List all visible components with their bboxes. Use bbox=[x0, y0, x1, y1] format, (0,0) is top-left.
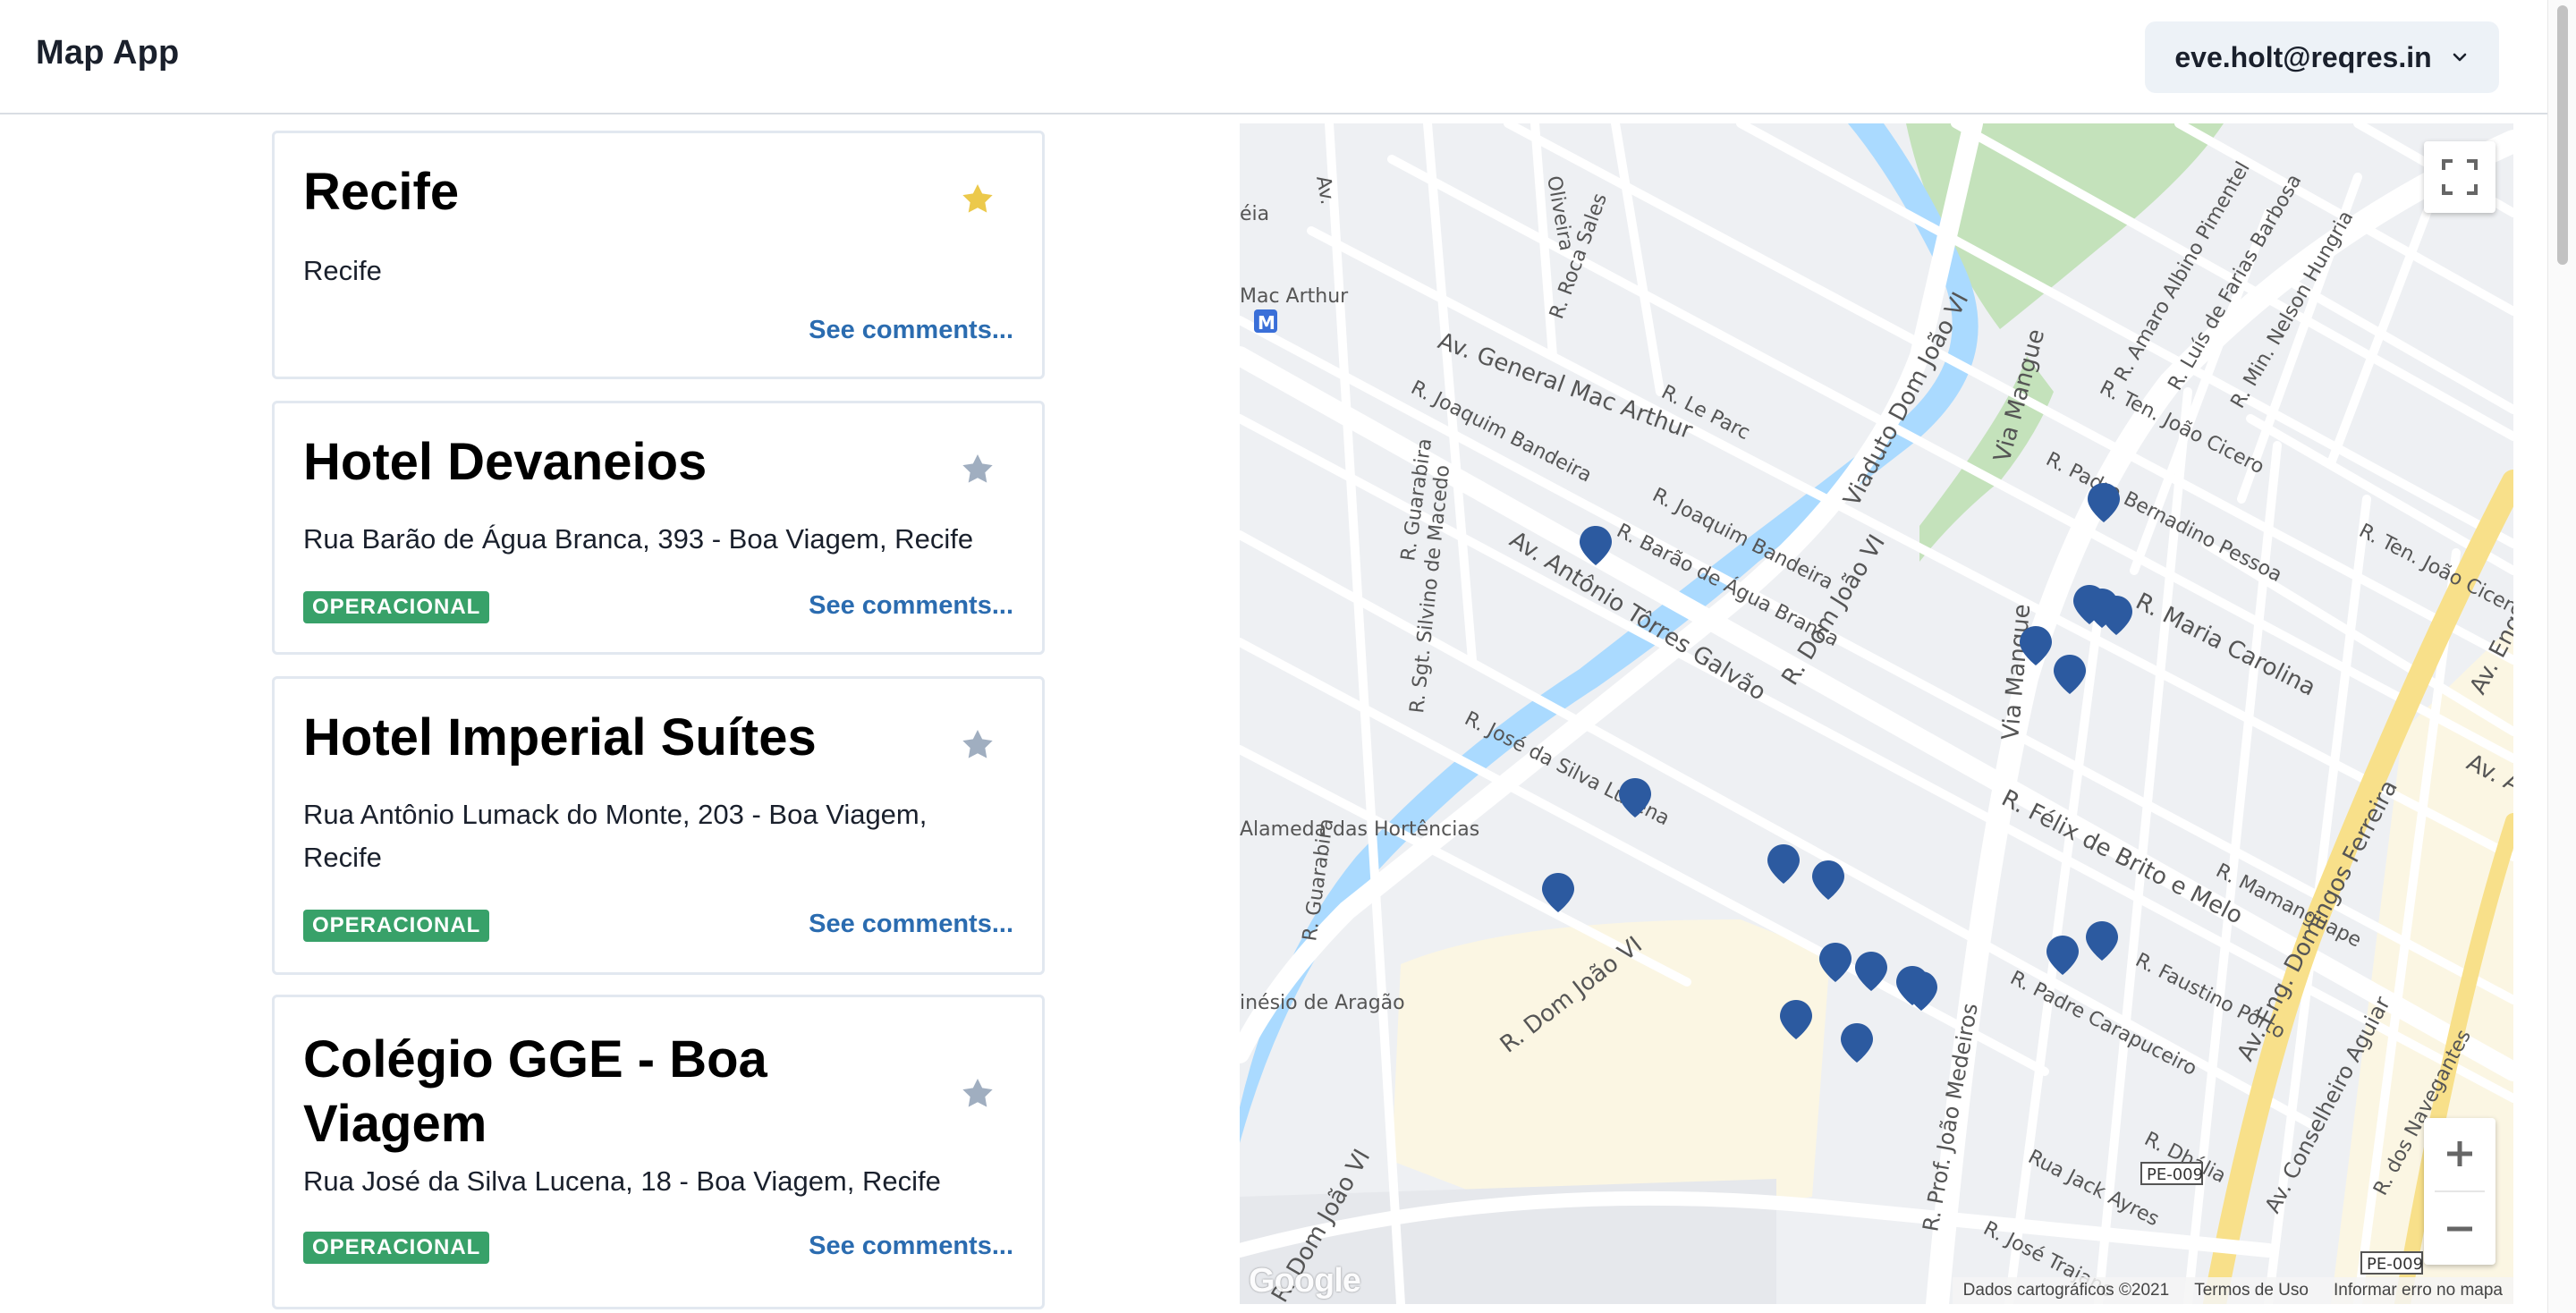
zoom-controls bbox=[2424, 1118, 2496, 1265]
fullscreen-button[interactable] bbox=[2424, 141, 2496, 213]
fullscreen-icon bbox=[2442, 159, 2478, 195]
street-label: Mac Arthur bbox=[1240, 285, 1349, 308]
place-address: Rua Barão de Água Branca, 393 - Boa Viag… bbox=[303, 523, 974, 555]
page-scrollbar[interactable] bbox=[2547, 0, 2576, 1313]
map-attribution: Dados cartográficos ©2021 Termos de Uso … bbox=[1952, 1277, 2513, 1304]
place-address: Rua José da Silva Lucena, 18 - Boa Viage… bbox=[303, 1165, 941, 1197]
see-comments-link[interactable]: See comments... bbox=[809, 316, 1013, 345]
top-navbar: Map App eve.holt@reqres.in bbox=[0, 0, 2547, 114]
route-shield: PE-009 bbox=[2147, 1165, 2203, 1184]
map-view[interactable]: Mac Arthur Av. General Mac Arthur R. Joa… bbox=[1240, 123, 2513, 1304]
place-name: Hotel Imperial Suítes bbox=[303, 708, 817, 767]
place-card: Colégio GGE - Boa Viagem Rua José da Sil… bbox=[272, 995, 1045, 1309]
street-label: Alameda das Hortências bbox=[1240, 818, 1479, 841]
zoom-divider bbox=[2435, 1190, 2485, 1192]
status-badge: OPERACIONAL bbox=[303, 591, 490, 623]
place-card: Hotel Devaneios Rua Barão de Água Branca… bbox=[272, 401, 1045, 655]
status-badge: OPERACIONAL bbox=[303, 1232, 490, 1264]
see-comments-link[interactable]: See comments... bbox=[809, 1232, 1013, 1261]
see-comments-link[interactable]: See comments... bbox=[809, 591, 1013, 621]
zoom-in-button[interactable] bbox=[2424, 1118, 2496, 1190]
place-name: Recife bbox=[303, 163, 460, 221]
user-menu-button[interactable]: eve.holt@reqres.in bbox=[2145, 21, 2499, 93]
favorite-star-icon[interactable] bbox=[960, 452, 996, 487]
chevron-down-icon bbox=[2450, 47, 2470, 67]
svg-text:M: M bbox=[1258, 312, 1275, 334]
place-address: Recife bbox=[303, 255, 382, 286]
favorite-star-icon[interactable] bbox=[960, 1076, 996, 1112]
street-label: éia bbox=[1240, 203, 1269, 225]
minus-icon bbox=[2447, 1226, 2472, 1232]
app-root: Map App eve.holt@reqres.in Recife Recife… bbox=[0, 0, 2576, 1313]
map-canvas[interactable]: Mac Arthur Av. General Mac Arthur R. Joa… bbox=[1240, 123, 2513, 1304]
app-title: Map App bbox=[36, 34, 180, 72]
user-email: eve.holt@reqres.in bbox=[2174, 40, 2432, 73]
scrollbar-thumb[interactable] bbox=[2557, 5, 2568, 265]
places-list: Recife Recife See comments... Hotel Deva… bbox=[272, 131, 1045, 1313]
favorite-star-icon[interactable] bbox=[960, 182, 996, 217]
street-label: inésio de Aragão bbox=[1240, 992, 1405, 1014]
report-error-link[interactable]: Informar erro no mapa bbox=[2334, 1281, 2503, 1300]
place-address: Rua Antônio Lumack do Monte, 203 - Boa V… bbox=[303, 799, 928, 873]
place-name: Hotel Devaneios bbox=[303, 433, 708, 491]
status-badge: OPERACIONAL bbox=[303, 910, 490, 942]
place-card: Recife Recife See comments... bbox=[272, 131, 1045, 379]
zoom-out-button[interactable] bbox=[2424, 1193, 2496, 1265]
place-name: Colégio GGE - Boa Viagem bbox=[303, 1030, 767, 1153]
google-logo: Google bbox=[1249, 1262, 1361, 1300]
favorite-star-icon[interactable] bbox=[960, 727, 996, 763]
plus-icon bbox=[2447, 1141, 2472, 1166]
terms-link[interactable]: Termos de Uso bbox=[2194, 1281, 2309, 1300]
route-shield: PE-009 bbox=[2367, 1255, 2423, 1274]
map-data-credit: Dados cartográficos ©2021 bbox=[1962, 1281, 2170, 1300]
see-comments-link[interactable]: See comments... bbox=[809, 910, 1013, 939]
place-card: Hotel Imperial Suítes Rua Antônio Lumack… bbox=[272, 676, 1045, 975]
